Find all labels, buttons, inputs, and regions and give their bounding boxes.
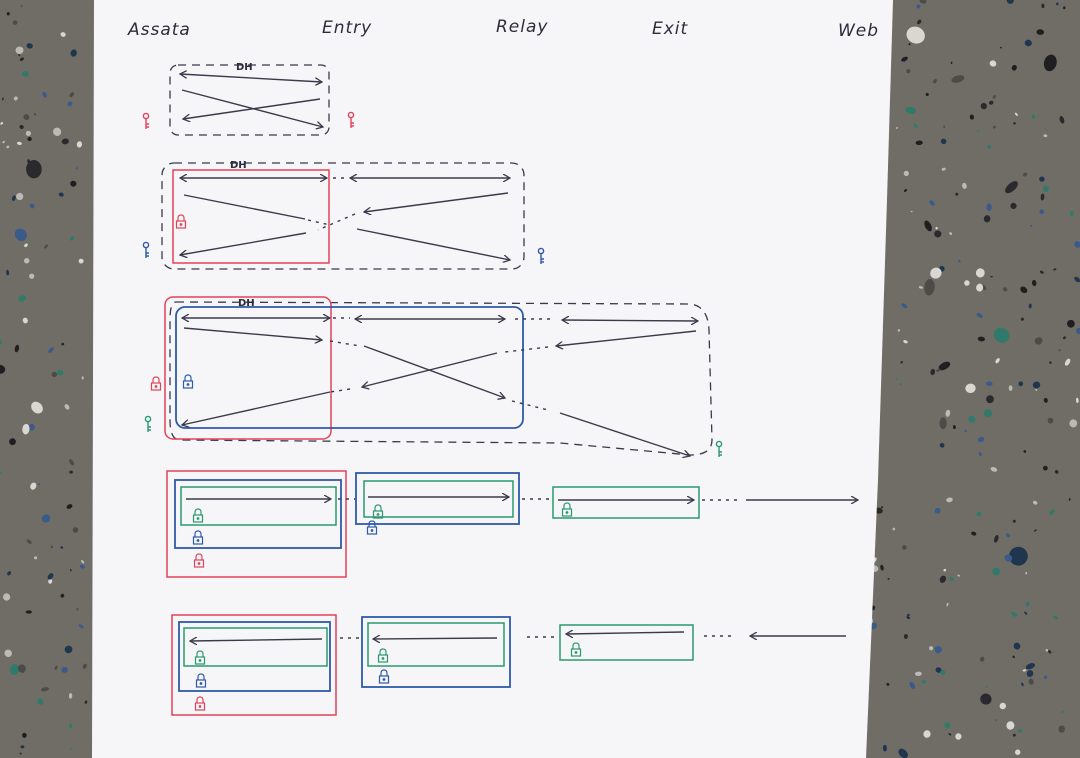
terrazzo-background <box>0 0 1080 758</box>
